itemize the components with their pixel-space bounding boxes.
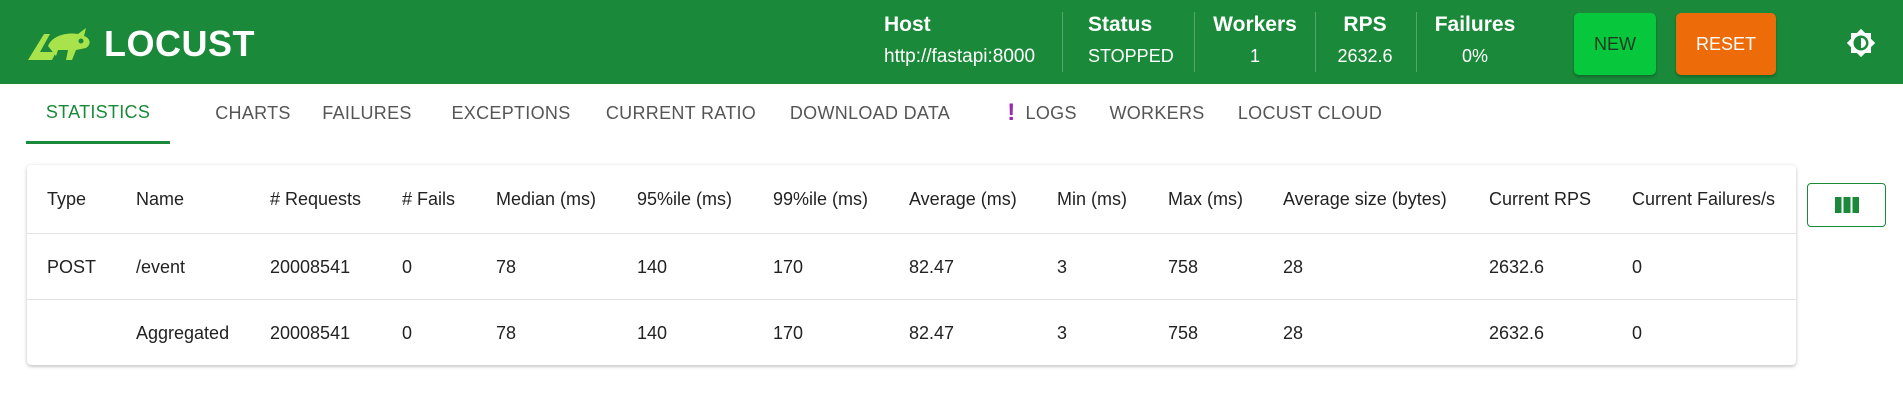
status-label: Status (1088, 13, 1153, 36)
rps-label: RPS (1343, 13, 1387, 36)
tab-failures[interactable]: FAILURES (302, 84, 432, 142)
tab-label: WORKERS (1109, 102, 1205, 123)
table-row: POST /event 20008541 0 78 140 170 82.47 … (27, 233, 1796, 300)
new-test-button[interactable]: NEW (1574, 13, 1656, 75)
column-header[interactable]: Average (ms) (909, 165, 1017, 233)
table-cell: 2632.6 (1489, 256, 1545, 277)
reset-stats-button[interactable]: RESET (1676, 13, 1776, 75)
tab-download-data[interactable]: DOWNLOAD DATA (771, 84, 969, 142)
workers-value: 1 (1249, 46, 1260, 66)
column-header[interactable]: Min (ms) (1057, 165, 1127, 233)
column-header[interactable]: Average size (bytes) (1283, 165, 1447, 233)
logs-alert-icon: ! (1007, 99, 1016, 126)
tab-label: CHARTS (215, 102, 291, 123)
tab-label: EXCEPTIONS (451, 102, 571, 123)
column-header[interactable]: Name (136, 165, 184, 233)
view-column-icon (1834, 197, 1859, 213)
tab-current-ratio[interactable]: CURRENT RATIO (585, 84, 777, 142)
failures-label: Failures (1434, 13, 1516, 36)
table-cell: 0 (402, 256, 413, 277)
status-value: STOPPED (1088, 46, 1174, 66)
table-cell: 78 (496, 256, 517, 277)
header-divider (1315, 12, 1316, 72)
tab-exceptions[interactable]: EXCEPTIONS (431, 84, 591, 142)
tab-logs[interactable]: ! LOGS (982, 84, 1102, 142)
table-cell: 2632.6 (1489, 322, 1545, 343)
column-header[interactable]: 99%ile (ms) (773, 165, 868, 233)
statistics-table: Type Name # Requests # Fails Median (ms)… (27, 165, 1796, 365)
table-cell: 82.47 (909, 322, 955, 343)
table-cell: 82.47 (909, 256, 955, 277)
column-header[interactable]: Current RPS (1489, 165, 1591, 233)
table-cell: POST (47, 256, 97, 277)
table-cell: 3 (1057, 256, 1068, 277)
table-cell: 140 (637, 256, 668, 277)
tab-workers[interactable]: WORKERS (1092, 84, 1222, 142)
rps-value: 2632.6 (1337, 46, 1393, 66)
tab-label: LOCUST CLOUD (1237, 102, 1383, 123)
table-cell: 20008541 (270, 322, 351, 343)
column-selector-button[interactable] (1807, 183, 1886, 227)
locust-logo-icon (28, 28, 90, 60)
tab-statistics[interactable]: STATISTICS (26, 84, 170, 144)
table-cell: 758 (1168, 322, 1199, 343)
tab-label: FAILURES (322, 102, 412, 123)
table-cell: 140 (637, 322, 668, 343)
workers-label: Workers (1213, 13, 1297, 36)
table-cell: 0 (1632, 256, 1643, 277)
table-cell: 170 (773, 256, 804, 277)
header-divider (1062, 12, 1063, 72)
table-header-row: Type Name # Requests # Fails Median (ms)… (27, 165, 1796, 233)
host-value: http://fastapi:8000 (884, 46, 1036, 67)
column-header[interactable]: # Fails (402, 165, 455, 233)
column-header[interactable]: Current Failures/s (1632, 165, 1775, 233)
tab-label: CURRENT RATIO (605, 102, 757, 123)
workers-stat: Workers 1 (1199, 0, 1311, 84)
brightness-icon[interactable] (1846, 28, 1876, 58)
locust-logo[interactable]: LOCUST (26, 23, 255, 64)
table-cell: 78 (496, 322, 517, 343)
column-header[interactable]: Max (ms) (1168, 165, 1243, 233)
table-cell: 28 (1283, 256, 1304, 277)
table-cell: 28 (1283, 322, 1304, 343)
tab-label: LOGS (1025, 102, 1077, 123)
host-stat: Host http://fastapi:8000 (870, 0, 1050, 84)
header-divider (1416, 12, 1417, 72)
tab-label: STATISTICS (45, 102, 151, 122)
host-label: Host (884, 13, 931, 36)
table-cell: Aggregated (136, 322, 230, 343)
header-divider (1194, 12, 1195, 72)
table-cell: 0 (402, 322, 413, 343)
table-row-aggregated: Aggregated 20008541 0 78 140 170 82.47 3… (27, 299, 1796, 366)
table-cell: 3 (1057, 322, 1068, 343)
table-cell: 758 (1168, 256, 1199, 277)
rps-stat: RPS 2632.6 (1318, 0, 1412, 84)
top-app-bar: LOCUST Host http://fastapi:8000 Status S… (0, 0, 1903, 84)
tab-locust-cloud[interactable]: LOCUST CLOUD (1220, 84, 1400, 142)
failures-stat: Failures 0% (1420, 0, 1530, 84)
column-header[interactable]: # Requests (270, 165, 361, 233)
table-cell: 170 (773, 322, 804, 343)
status-stat: Status STOPPED (1067, 0, 1187, 84)
column-header[interactable]: 95%ile (ms) (637, 165, 732, 233)
table-cell: 0 (1632, 322, 1643, 343)
table-cell: /event (136, 256, 186, 277)
tab-charts[interactable]: CHARTS (188, 84, 318, 142)
column-header[interactable]: Type (47, 165, 86, 233)
failures-value: 0% (1461, 46, 1488, 66)
tab-label: DOWNLOAD DATA (789, 102, 951, 123)
locust-logo-text: LOCUST (104, 23, 255, 64)
column-header[interactable]: Median (ms) (496, 165, 596, 233)
table-cell: 20008541 (270, 256, 351, 277)
